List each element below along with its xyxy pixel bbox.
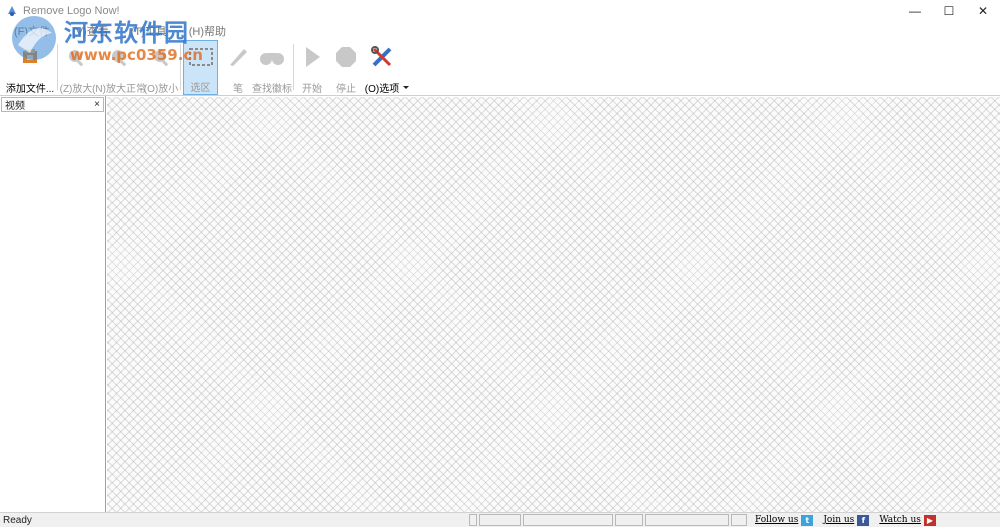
title-bar: Remove Logo Now! — ☐ ✕ bbox=[0, 0, 1000, 22]
find-logo-label: 查找徽标 bbox=[252, 84, 292, 95]
follow-link[interactable]: Follow us t bbox=[755, 514, 814, 526]
status-pane bbox=[479, 514, 521, 526]
toolbar-separator bbox=[180, 44, 181, 90]
video-panel-label: 视频 bbox=[5, 101, 25, 112]
options-button[interactable]: (O)选项 bbox=[364, 40, 400, 95]
tools-icon bbox=[365, 42, 399, 72]
status-pane bbox=[469, 514, 477, 526]
zoom-in-icon bbox=[59, 42, 93, 72]
window-title: Remove Logo Now! bbox=[23, 5, 120, 17]
panel-close-icon[interactable]: × bbox=[94, 99, 100, 110]
menu-view[interactable]: (V)查看 bbox=[72, 23, 109, 39]
zoom-normal-button[interactable]: (N)放大正常 bbox=[92, 40, 146, 95]
selection-rect-icon bbox=[184, 43, 218, 71]
menu-tools[interactable]: (T)工具 bbox=[131, 23, 167, 39]
select-area-button[interactable]: 选区 bbox=[183, 40, 218, 95]
play-icon bbox=[295, 42, 329, 72]
stop-icon bbox=[329, 42, 363, 72]
watch-link[interactable]: Watch us ▶ bbox=[879, 514, 936, 526]
twitter-icon: t bbox=[801, 514, 814, 526]
close-button[interactable]: ✕ bbox=[966, 0, 1000, 22]
zoom-normal-label: (N)放大正常 bbox=[92, 84, 146, 95]
status-pane bbox=[615, 514, 643, 526]
status-pane bbox=[731, 514, 747, 526]
menu-bar: (F)文件 (V)查看 (T)工具 (H)帮助 bbox=[0, 22, 1000, 40]
preview-canvas[interactable] bbox=[107, 97, 1000, 512]
options-label: (O)选项 bbox=[364, 84, 400, 95]
youtube-icon: ▶ bbox=[923, 514, 936, 526]
toolbar-separator bbox=[293, 44, 294, 90]
video-panel: 视频 × bbox=[0, 96, 106, 512]
start-label: 开始 bbox=[302, 84, 322, 95]
menu-help[interactable]: (H)帮助 bbox=[189, 23, 226, 39]
zoom-out-button[interactable]: (O)放小 bbox=[143, 40, 179, 95]
add-file-icon bbox=[13, 42, 47, 72]
find-logo-button[interactable]: 查找徽标 bbox=[252, 40, 292, 95]
zoom-in-button[interactable]: (Z)放大 bbox=[60, 40, 92, 95]
minimize-button[interactable]: — bbox=[898, 0, 932, 22]
stop-label: 停止 bbox=[336, 84, 356, 95]
join-link[interactable]: Join us f bbox=[823, 514, 870, 526]
video-panel-tab[interactable]: 视频 × bbox=[1, 97, 104, 112]
facebook-icon: f bbox=[857, 514, 870, 526]
window-controls: — ☐ ✕ bbox=[898, 0, 1000, 22]
follow-label: Follow us bbox=[755, 515, 799, 525]
add-file-label: 添加文件... bbox=[5, 84, 55, 95]
status-bar: Ready Follow us t Join us f Watch us ▶ bbox=[0, 512, 1000, 527]
toolbar-separator bbox=[57, 44, 58, 90]
app-icon bbox=[4, 3, 20, 19]
zoom-out-label: (O)放小 bbox=[143, 84, 179, 95]
stop-button[interactable]: 停止 bbox=[330, 40, 362, 95]
zoom-normal-icon bbox=[102, 42, 136, 72]
status-pane bbox=[523, 514, 613, 526]
maximize-button[interactable]: ☐ bbox=[932, 0, 966, 22]
menu-file[interactable]: (F)文件 bbox=[14, 23, 50, 39]
zoom-out-icon bbox=[144, 42, 178, 72]
status-pane bbox=[645, 514, 729, 526]
select-area-label: 选区 bbox=[190, 83, 211, 94]
watch-label: Watch us bbox=[879, 515, 921, 525]
join-label: Join us bbox=[823, 515, 855, 525]
status-text: Ready bbox=[3, 514, 32, 526]
toolbar: 添加文件... (Z)放大 (N)放大正常 (O)放小 选区 笔 查找徽标 开始… bbox=[0, 40, 1000, 96]
options-dropdown-arrow-icon[interactable] bbox=[403, 86, 409, 89]
add-file-button[interactable]: 添加文件... bbox=[6, 40, 54, 95]
zoom-in-label: (Z)放大 bbox=[59, 84, 93, 95]
binoculars-icon bbox=[255, 42, 289, 72]
pen-label: 笔 bbox=[233, 84, 243, 95]
pen-icon bbox=[221, 42, 255, 72]
pen-button[interactable]: 笔 bbox=[222, 40, 254, 95]
start-button[interactable]: 开始 bbox=[298, 40, 326, 95]
